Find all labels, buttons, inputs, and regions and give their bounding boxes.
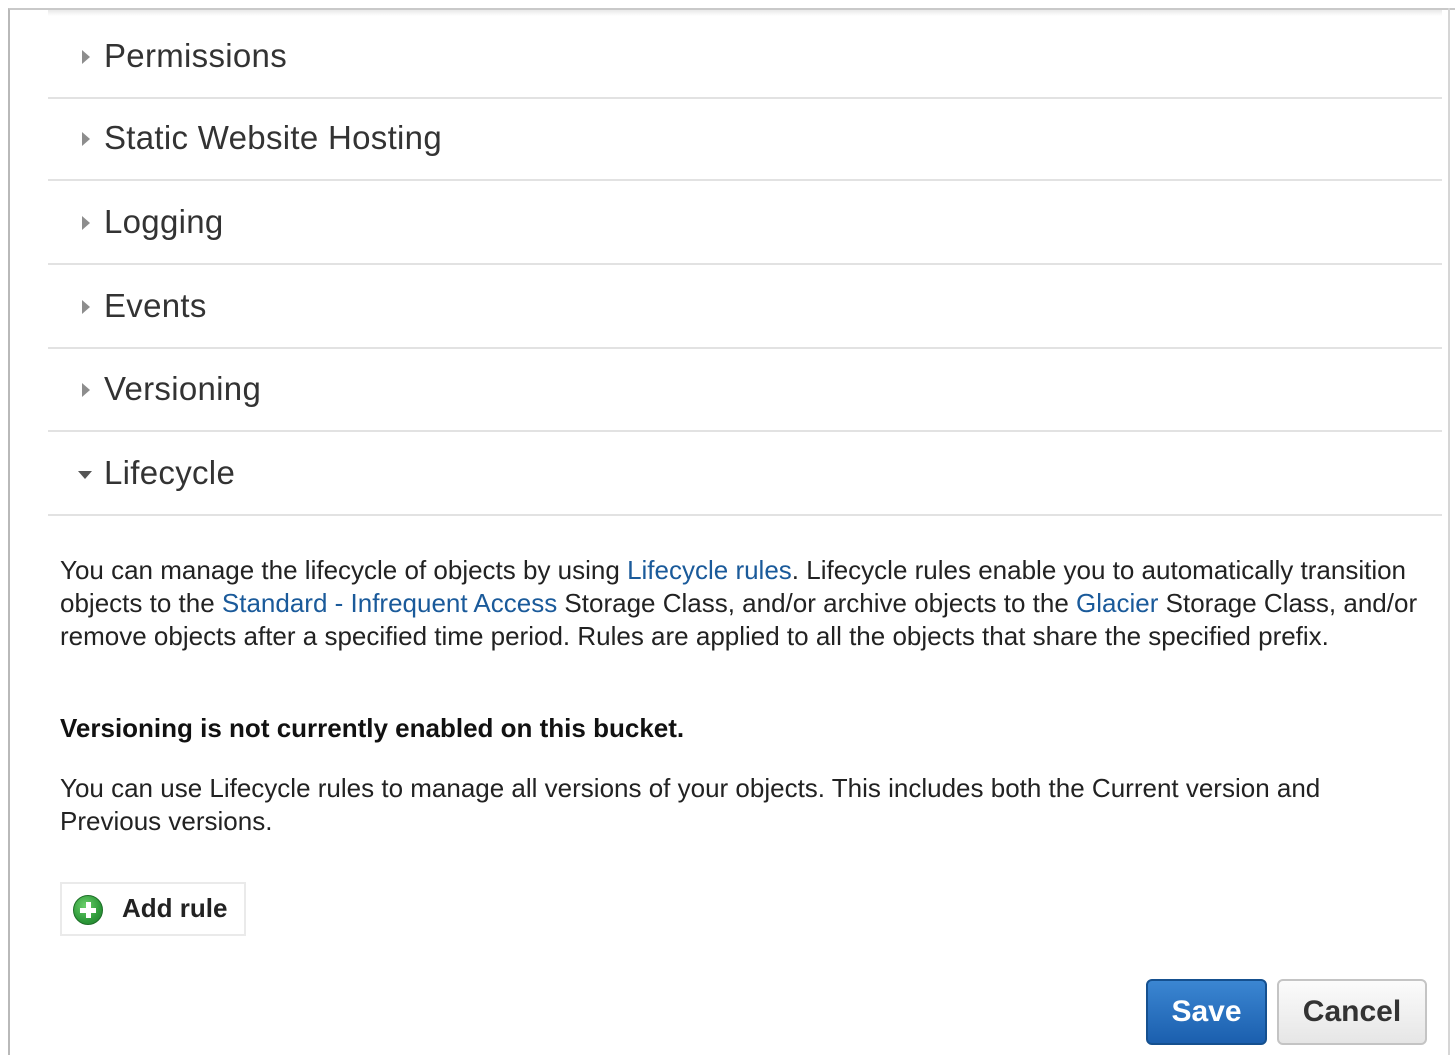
add-rule-button[interactable]: Add rule — [60, 882, 246, 936]
section-events[interactable]: Events — [48, 267, 1442, 349]
lifecycle-rules-link[interactable]: Lifecycle rules — [627, 555, 792, 585]
lifecycle-description: You can manage the lifecycle of objects … — [60, 554, 1420, 653]
section-logging[interactable]: Logging — [48, 183, 1442, 265]
section-label: Versioning — [104, 370, 262, 408]
plus-circle-icon — [73, 895, 103, 925]
section-label: Events — [104, 287, 207, 325]
caret-right-icon — [82, 300, 90, 314]
caret-down-icon — [78, 471, 92, 479]
section-label: Logging — [104, 203, 224, 241]
section-lifecycle[interactable]: Lifecycle — [48, 434, 1442, 516]
section-static-website-hosting[interactable]: Static Website Hosting — [48, 99, 1442, 181]
caret-right-icon — [82, 216, 90, 230]
section-versioning[interactable]: Versioning — [48, 350, 1442, 432]
section-label: Lifecycle — [104, 454, 236, 492]
add-rule-label: Add rule — [122, 892, 228, 923]
cancel-button[interactable]: Cancel — [1277, 979, 1427, 1045]
caret-right-icon — [82, 50, 90, 64]
section-label: Permissions — [104, 37, 288, 75]
description-text: You can manage the lifecycle of objects … — [60, 555, 628, 585]
panel-top-edge — [48, 10, 1442, 16]
section-permissions[interactable]: Permissions — [48, 17, 1442, 99]
description-text: Storage Class, and/or archive objects to… — [557, 588, 1077, 618]
versioning-notice: Versioning is not currently enabled on t… — [60, 713, 685, 743]
caret-right-icon — [82, 383, 90, 397]
versions-info: You can use Lifecycle rules to manage al… — [60, 773, 1321, 836]
scrollbar-track[interactable] — [1448, 8, 1450, 1055]
save-button[interactable]: Save — [1146, 979, 1267, 1045]
caret-right-icon — [82, 132, 90, 146]
standard-ia-link[interactable]: Standard - Infrequent Access — [222, 588, 557, 618]
section-label: Static Website Hosting — [104, 119, 442, 157]
glacier-link[interactable]: Glacier — [1076, 588, 1158, 618]
